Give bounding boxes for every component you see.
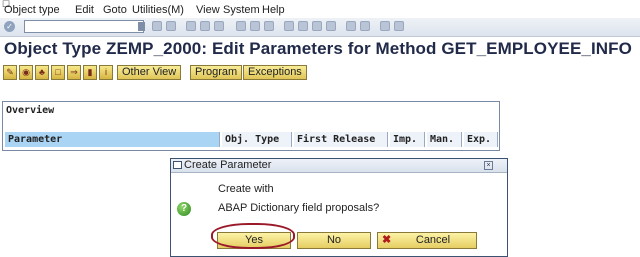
- dialog-title-bar: Create Parameter ×: [171, 159, 507, 173]
- column-man[interactable]: Man.: [427, 132, 462, 147]
- command-dropdown[interactable]: [138, 22, 145, 31]
- menu-goto[interactable]: Goto: [103, 4, 127, 16]
- hierarchy-icon[interactable]: ♣: [35, 65, 49, 80]
- column-obj-type[interactable]: Obj. Type: [222, 132, 292, 147]
- info-icon[interactable]: i: [99, 65, 113, 80]
- first-page-icon[interactable]: [284, 21, 294, 31]
- find-icon[interactable]: [250, 21, 260, 31]
- menu-help[interactable]: Help: [262, 4, 285, 16]
- save-icon[interactable]: [166, 21, 176, 31]
- cancel-label: Cancel: [415, 234, 451, 246]
- menu-view[interactable]: View: [196, 4, 220, 16]
- exit-icon[interactable]: [200, 21, 210, 31]
- menu-utilities[interactable]: Utilities(M): [132, 4, 184, 16]
- help-icon[interactable]: [380, 21, 390, 31]
- cancel-button[interactable]: ✖ Cancel: [377, 232, 477, 249]
- page-title: Object Type ZEMP_2000: Edit Parameters f…: [4, 39, 632, 58]
- find-next-icon[interactable]: [264, 21, 274, 31]
- column-first-release[interactable]: First Release: [294, 132, 388, 147]
- create-parameter-dialog: Create Parameter × Create with ? ABAP Di…: [170, 158, 508, 257]
- generate-icon[interactable]: ◉: [19, 65, 33, 80]
- new-session-icon[interactable]: [346, 21, 356, 31]
- shortcut-icon[interactable]: [360, 21, 370, 31]
- menu-bar: Object type Edit Goto Utilities(M) View …: [0, 4, 640, 18]
- cancel-icon[interactable]: [214, 21, 224, 31]
- create-icon[interactable]: □: [51, 65, 65, 80]
- command-bar: ✓: [0, 18, 640, 37]
- back-icon[interactable]: [152, 21, 162, 31]
- parameter-table: Overview Parameter Obj. Type First Relea…: [2, 101, 500, 151]
- close-icon[interactable]: ×: [484, 161, 493, 170]
- layout-icon[interactable]: [394, 21, 404, 31]
- question-icon: ?: [177, 202, 191, 216]
- column-exp[interactable]: Exp.: [464, 132, 498, 147]
- yes-button[interactable]: Yes: [217, 232, 291, 249]
- enter-icon[interactable]: ✓: [4, 21, 15, 32]
- copy-icon[interactable]: ⇒: [67, 65, 81, 80]
- cancel-x-icon: ✖: [382, 234, 392, 246]
- menu-object-type[interactable]: Object type: [4, 4, 60, 16]
- prev-page-icon[interactable]: [298, 21, 308, 31]
- dialog-window-icon: [173, 161, 182, 169]
- last-page-icon[interactable]: [326, 21, 336, 31]
- delete-icon[interactable]: ▮: [83, 65, 97, 80]
- next-page-icon[interactable]: [312, 21, 322, 31]
- dialog-title: Create Parameter: [184, 159, 272, 171]
- display-change-icon[interactable]: ✎: [3, 65, 17, 80]
- no-button[interactable]: No: [297, 232, 371, 249]
- menu-edit[interactable]: Edit: [75, 4, 94, 16]
- program-button[interactable]: Program: [190, 65, 243, 80]
- dialog-message-line2: ABAP Dictionary field proposals?: [218, 202, 380, 214]
- dialog-message-line1: Create with: [218, 183, 274, 195]
- exceptions-button[interactable]: Exceptions: [243, 65, 307, 80]
- print-icon[interactable]: [236, 21, 246, 31]
- command-field[interactable]: [24, 20, 144, 33]
- back-green-icon[interactable]: [186, 21, 196, 31]
- menu-system[interactable]: System: [223, 4, 260, 16]
- other-view-button[interactable]: Other View: [117, 65, 182, 80]
- column-imp[interactable]: Imp.: [390, 132, 425, 147]
- column-parameter[interactable]: Parameter: [5, 132, 220, 147]
- table-title: Overview: [6, 105, 55, 116]
